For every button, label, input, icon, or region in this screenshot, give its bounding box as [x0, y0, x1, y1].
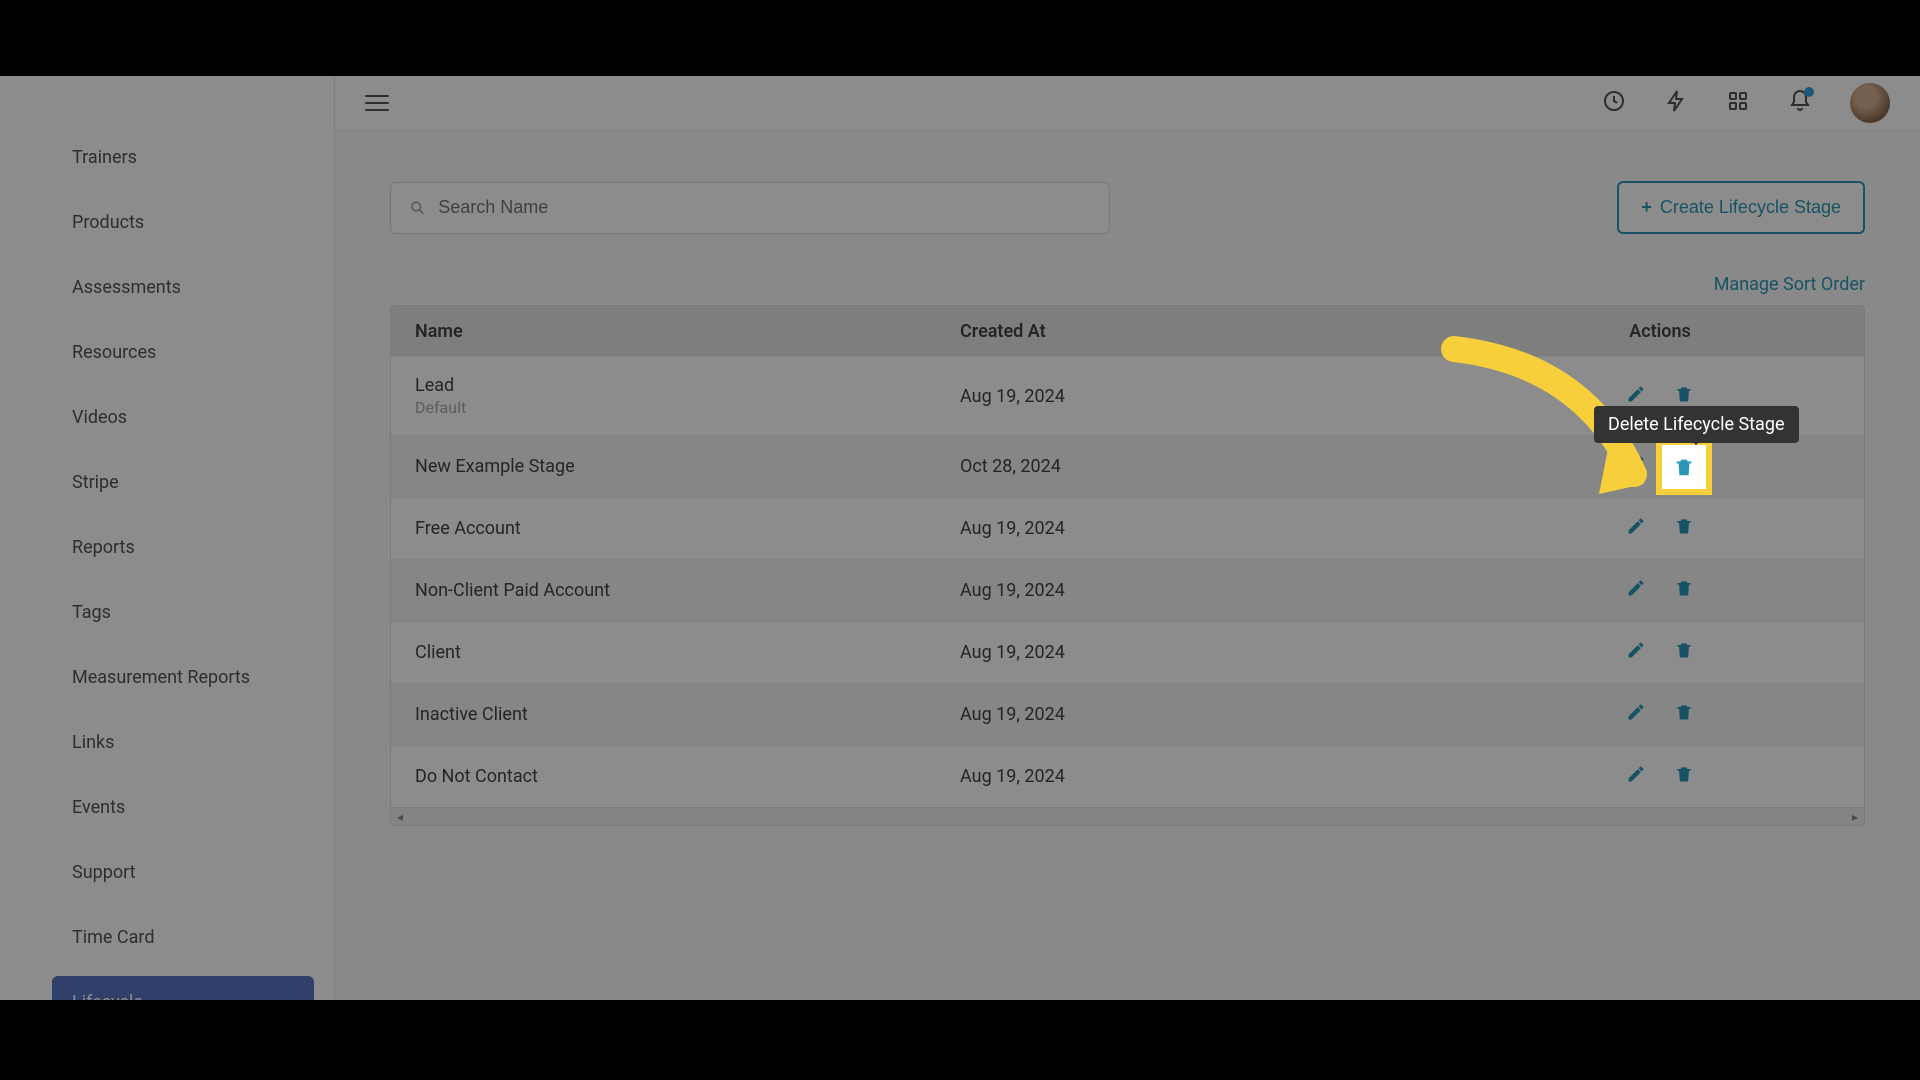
edit-icon[interactable] — [1626, 702, 1646, 727]
table-row: Inactive ClientAug 19, 2024 — [391, 683, 1864, 745]
row-name: New Example Stage — [415, 456, 960, 477]
sidebar-item-tags[interactable]: Tags — [52, 586, 314, 639]
sidebar-item-products[interactable]: Products — [52, 196, 314, 249]
row-actions — [1480, 702, 1840, 727]
row-created: Aug 19, 2024 — [960, 580, 1480, 601]
sidebar-item-links[interactable]: Links — [52, 716, 314, 769]
bolt-icon[interactable] — [1664, 89, 1688, 117]
trash-icon[interactable] — [1674, 640, 1694, 665]
trash-icon[interactable] — [1674, 578, 1694, 603]
main-area: + Create Lifecycle Stage Manage Sort Ord… — [335, 76, 1920, 1000]
sidebar-item-resources[interactable]: Resources — [52, 326, 314, 379]
sidebar-item-videos[interactable]: Videos — [52, 391, 314, 444]
row-name: LeadDefault — [415, 375, 960, 417]
horizontal-scrollbar[interactable]: ◂ ▸ — [391, 807, 1864, 825]
topbar — [335, 76, 1920, 131]
col-name: Name — [415, 321, 960, 342]
sidebar-item-stripe[interactable]: Stripe — [52, 456, 314, 509]
search-input[interactable] — [438, 197, 1091, 218]
sidebar: Trainers Products Assessments Resources Vide… — [0, 76, 335, 1000]
row-created: Aug 19, 2024 — [960, 766, 1480, 787]
sidebar-item-trainers[interactable]: Trainers — [52, 131, 314, 184]
row-created: Oct 28, 2024 — [960, 456, 1480, 477]
row-created: Aug 19, 2024 — [960, 518, 1480, 539]
delete-tooltip: Delete Lifecycle Stage — [1594, 406, 1799, 443]
manage-sort-order-link[interactable]: Manage Sort Order — [1714, 274, 1865, 295]
search-icon — [409, 199, 426, 217]
row-created: Aug 19, 2024 — [960, 704, 1480, 725]
table-row: Do Not ContactAug 19, 2024 — [391, 745, 1864, 807]
table-row: ClientAug 19, 2024 — [391, 621, 1864, 683]
row-actions — [1480, 578, 1840, 603]
clock-icon[interactable] — [1602, 89, 1626, 117]
trash-icon[interactable] — [1674, 764, 1694, 789]
notification-dot — [1804, 87, 1814, 97]
sidebar-item-events[interactable]: Events — [52, 781, 314, 834]
row-name: Do Not Contact — [415, 766, 960, 787]
menu-toggle-icon[interactable] — [365, 95, 389, 111]
sidebar-item-assessments[interactable]: Assessments — [52, 261, 314, 314]
row-name: Inactive Client — [415, 704, 960, 725]
row-actions — [1480, 764, 1840, 789]
edit-icon[interactable] — [1626, 640, 1646, 665]
scroll-left-arrow[interactable]: ◂ — [397, 810, 403, 824]
row-name: Client — [415, 642, 960, 663]
edit-icon[interactable] — [1626, 764, 1646, 789]
create-lifecycle-button[interactable]: + Create Lifecycle Stage — [1617, 181, 1865, 234]
sidebar-item-reports[interactable]: Reports — [52, 521, 314, 574]
search-input-wrap[interactable] — [390, 182, 1110, 234]
row-name: Non-Client Paid Account — [415, 580, 960, 601]
topbar-icons — [1602, 83, 1890, 123]
row-actions — [1480, 640, 1840, 665]
table-row: Non-Client Paid AccountAug 19, 2024 — [391, 559, 1864, 621]
col-created: Created At — [960, 321, 1480, 342]
avatar[interactable] — [1850, 83, 1890, 123]
row-created: Aug 19, 2024 — [960, 642, 1480, 663]
create-button-label: Create Lifecycle Stage — [1660, 197, 1841, 218]
plus-icon: + — [1641, 197, 1652, 218]
trash-icon[interactable] — [1674, 702, 1694, 727]
row-subtext: Default — [415, 398, 960, 417]
bell-icon[interactable] — [1788, 89, 1812, 117]
sidebar-item-support[interactable]: Support — [52, 846, 314, 899]
row-created: Aug 19, 2024 — [960, 386, 1480, 407]
app-window: Trainers Products Assessments Resources Vide… — [0, 76, 1920, 1000]
scroll-right-arrow[interactable]: ▸ — [1852, 810, 1858, 824]
sidebar-item-measurement-reports[interactable]: Measurement Reports — [52, 651, 314, 704]
edit-icon[interactable] — [1626, 578, 1646, 603]
row-name: Free Account — [415, 518, 960, 539]
apps-icon[interactable] — [1726, 89, 1750, 117]
sidebar-item-time-card[interactable]: Time Card — [52, 911, 314, 964]
